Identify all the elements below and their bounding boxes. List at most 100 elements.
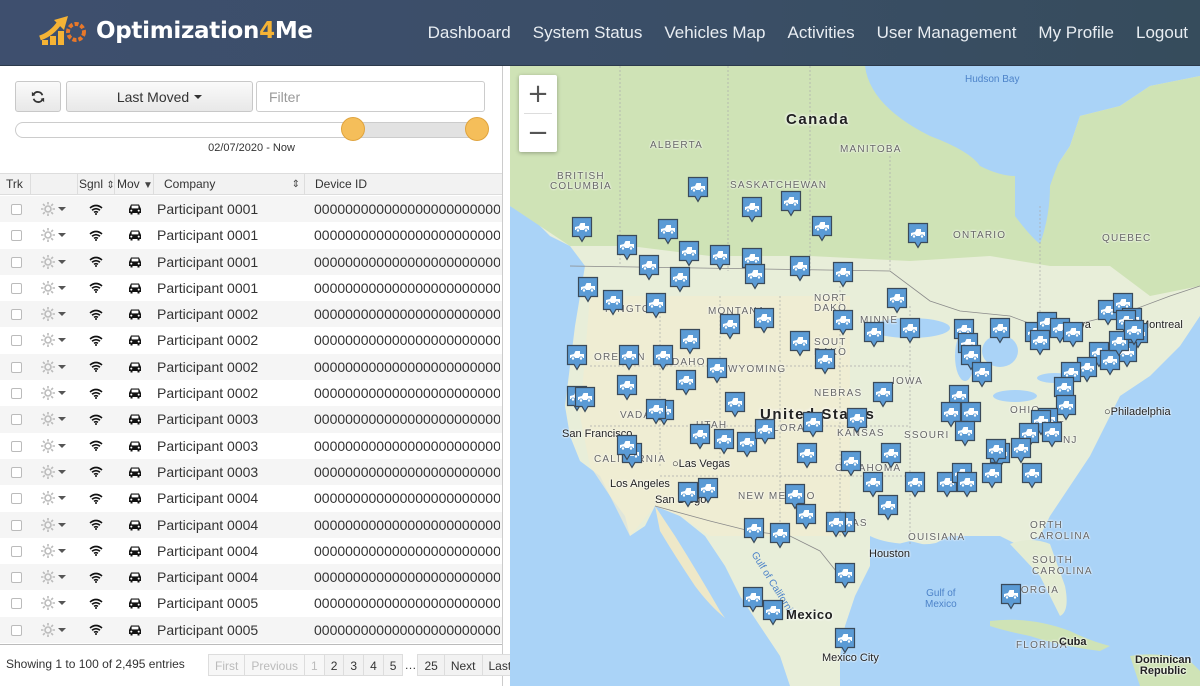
vehicle-marker[interactable] [872,381,894,408]
vehicle-marker[interactable] [741,196,763,223]
nav-my-profile[interactable]: My Profile [1038,23,1114,43]
table-row[interactable]: Participant 0002 000000000000000000000000… [0,301,502,328]
track-checkbox[interactable] [11,572,22,584]
vehicle-marker[interactable] [709,244,731,271]
row-actions-dropdown[interactable] [40,196,70,222]
vehicle-marker[interactable] [899,317,921,344]
table-row[interactable]: Participant 0004 000000000000000000000000… [0,564,502,591]
vehicle-marker[interactable] [834,562,856,589]
col-trk[interactable]: Trk [0,174,31,195]
vehicle-marker[interactable] [989,317,1011,344]
row-actions-dropdown[interactable] [40,538,70,564]
sort-dropdown-button[interactable]: Last Moved [66,81,253,112]
row-actions-dropdown[interactable] [40,459,70,485]
vehicle-marker[interactable] [985,438,1007,465]
col-device-id[interactable]: Device ID [305,174,502,195]
vehicle-marker[interactable] [811,215,833,242]
vehicle-marker[interactable] [742,586,764,613]
vehicle-marker[interactable] [571,216,593,243]
page-button-2[interactable]: 2 [323,654,345,676]
track-checkbox[interactable] [11,598,22,610]
vehicle-marker[interactable] [789,255,811,282]
vehicle-marker[interactable] [1062,321,1084,348]
vehicle-marker[interactable] [602,289,624,316]
vehicle-marker[interactable] [657,218,679,245]
track-checkbox[interactable] [11,440,22,452]
vehicle-marker[interactable] [574,386,596,413]
track-checkbox[interactable] [11,230,22,242]
date-range-slider[interactable] [15,122,485,138]
track-checkbox[interactable] [11,335,22,347]
row-actions-dropdown[interactable] [40,564,70,590]
vehicle-marker[interactable] [724,391,746,418]
brand-logo[interactable]: Optimization4Me [38,14,313,48]
nav-system-status[interactable]: System Status [533,23,643,43]
refresh-button[interactable] [15,81,61,112]
vehicle-marker[interactable] [1029,329,1051,356]
page-button-first[interactable]: First [208,654,246,676]
vehicle-marker[interactable] [769,522,791,549]
vehicle-marker[interactable] [638,254,660,281]
track-checkbox[interactable] [11,256,22,268]
row-actions-dropdown[interactable] [40,433,70,459]
row-actions-dropdown[interactable] [40,512,70,538]
vehicle-marker[interactable] [753,307,775,334]
vehicle-marker[interactable] [814,348,836,375]
row-actions-dropdown[interactable] [40,275,70,301]
zoom-out-button[interactable]: − [519,114,557,152]
vehicle-marker[interactable] [954,420,976,447]
page-button-4[interactable]: 4 [363,654,384,676]
vehicle-marker[interactable] [1123,319,1145,346]
vehicle-marker[interactable] [645,292,667,319]
vehicle-marker[interactable] [754,418,776,445]
zoom-in-button[interactable]: + [519,75,557,113]
page-button-previous[interactable]: Previous [244,654,306,676]
track-checkbox[interactable] [11,204,22,215]
vehicle-marker[interactable] [616,434,638,461]
track-checkbox[interactable] [11,624,22,636]
vehicle-marker[interactable] [713,428,735,455]
table-row[interactable]: Participant 0001 000000000000000000000000… [0,274,502,302]
table-row[interactable]: Participant 0003 000000000000000000000000… [0,406,502,433]
vehicle-marker[interactable] [796,442,818,469]
vehicle-marker[interactable] [846,407,868,434]
filter-input[interactable] [256,81,485,112]
vehicle-marker[interactable] [677,481,699,508]
vehicle-marker[interactable] [802,411,824,438]
page-button-1[interactable]: 1 [304,654,325,676]
vehicle-marker[interactable] [907,222,929,249]
row-actions-dropdown[interactable] [40,406,70,432]
row-actions-dropdown[interactable] [40,301,70,327]
row-actions-dropdown[interactable] [40,222,70,248]
vehicle-marker[interactable] [825,511,847,538]
table-row[interactable]: Participant 0004 000000000000000000000000… [0,537,502,565]
nav-vehicles-map[interactable]: Vehicles Map [664,23,765,43]
vehicle-marker[interactable] [886,287,908,314]
track-checkbox[interactable] [11,493,22,505]
vehicle-marker[interactable] [1041,421,1063,448]
track-checkbox[interactable] [11,414,22,426]
vehicles-map[interactable]: Hudson Bay Canada Alberta BRITISH COLUMBI… [510,66,1200,686]
row-actions-dropdown[interactable] [40,617,70,643]
vehicle-marker[interactable] [904,471,926,498]
vehicle-marker[interactable] [689,423,711,450]
vehicle-marker[interactable] [616,234,638,261]
table-row[interactable]: Participant 0003 000000000000000000000000… [0,458,502,486]
vehicle-marker[interactable] [832,309,854,336]
vehicle-marker[interactable] [669,266,691,293]
table-row[interactable]: Participant 0004 000000000000000000000000… [0,511,502,538]
track-checkbox[interactable] [11,466,22,478]
track-checkbox[interactable] [11,309,22,321]
table-row[interactable]: Participant 0001 000000000000000000000000… [0,248,502,275]
vehicle-marker[interactable] [618,344,640,371]
table-row[interactable]: Participant 0001 000000000000000000000000… [0,222,502,249]
vehicle-marker[interactable] [834,627,856,654]
page-button-3[interactable]: 3 [343,654,365,676]
row-actions-dropdown[interactable] [40,327,70,353]
col-moving[interactable]: Mov ▼ [115,174,154,195]
vehicle-marker[interactable] [780,190,802,217]
vehicle-marker[interactable] [840,450,862,477]
vehicle-marker[interactable] [971,361,993,388]
table-row[interactable]: Participant 0005 000000000000000000000000… [0,616,502,644]
vehicle-marker[interactable] [832,261,854,288]
